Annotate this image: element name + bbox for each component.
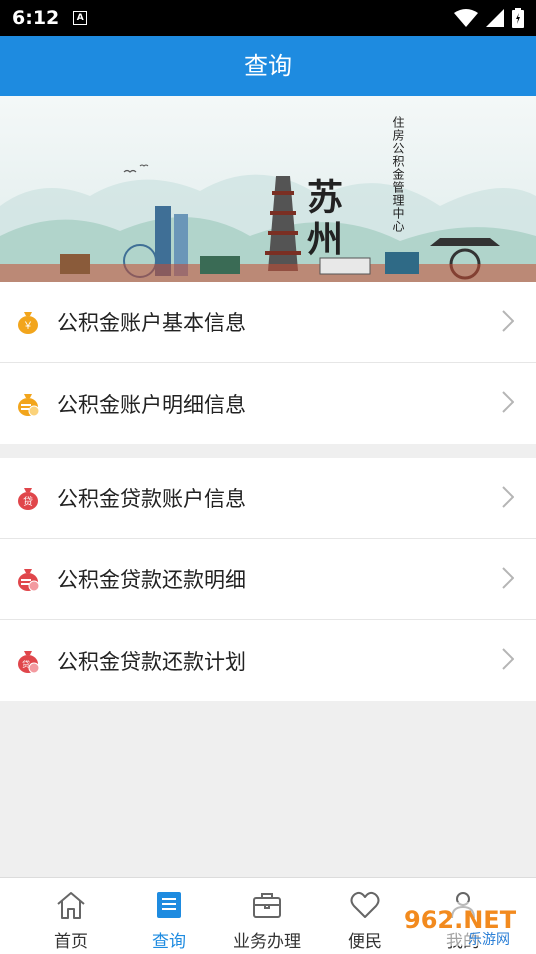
- list-item-label: 公积金账户明细信息: [57, 392, 246, 417]
- tab-label: 业务办理: [233, 932, 301, 952]
- loan-group: 贷 公积金贷款账户信息 公积金贷款还款明细 贷 公积金贷款还款计划: [0, 458, 536, 701]
- money-bag-detail-icon: [18, 393, 39, 416]
- list-item-label: 公积金账户基本信息: [57, 311, 246, 335]
- svg-text:乐游网: 乐游网: [468, 932, 510, 948]
- home-icon: [57, 892, 85, 919]
- signal-icon: [486, 9, 504, 27]
- chevron-right-icon: [502, 567, 514, 589]
- svg-text:￥: ￥: [23, 321, 33, 332]
- list-item-account-detail-info[interactable]: 公积金账户明细信息: [0, 363, 536, 444]
- money-bag-icon: ￥: [18, 312, 38, 334]
- banner-caption-text: 住房公积金管理中心: [391, 116, 405, 233]
- tab-home[interactable]: 首页: [23, 878, 119, 954]
- account-group: ￥ 公积金账户基本信息 公积金账户明细信息: [0, 282, 536, 444]
- watermark-logo: 962.NET 乐游网: [398, 902, 530, 948]
- list-item-label: 公积金贷款账户信息: [57, 487, 246, 511]
- status-time: 6:12: [12, 7, 60, 29]
- list-item-account-basic-info[interactable]: ￥ 公积金账户基本信息: [0, 282, 536, 363]
- status-icons: [454, 8, 524, 28]
- list-item-label: 公积金贷款还款明细: [57, 568, 246, 592]
- loan-repay-detail-icon: [18, 569, 39, 591]
- status-bar: 6:12 A: [0, 0, 536, 36]
- list-icon: [157, 892, 181, 918]
- tab-query[interactable]: 查询: [121, 878, 217, 954]
- briefcase-icon: [253, 893, 281, 918]
- tab-label: 查询: [152, 932, 186, 952]
- tab-business[interactable]: 业务办理: [219, 878, 315, 954]
- loan-bag-icon: 贷: [18, 488, 38, 510]
- chevron-right-icon: [502, 486, 514, 508]
- chevron-right-icon: [502, 648, 514, 670]
- list-item-loan-repay-detail[interactable]: 公积金贷款还款明细: [0, 539, 536, 620]
- suzhou-banner: 苏州 住房公积金管理中心: [0, 96, 536, 282]
- chevron-right-icon: [502, 391, 514, 413]
- tab-label: 首页: [54, 932, 88, 952]
- list-item-label: 公积金贷款还款计划: [57, 649, 246, 674]
- banner-city-text: 苏州: [301, 178, 343, 262]
- svg-text:962.NET: 962.NET: [404, 906, 517, 934]
- heart-icon: [350, 891, 380, 918]
- svg-text:贷: 贷: [23, 495, 33, 508]
- notification-a-icon: A: [73, 11, 88, 25]
- chevron-right-icon: [502, 310, 514, 332]
- list-item-loan-account-info[interactable]: 贷 公积金贷款账户信息: [0, 458, 536, 539]
- list-item-loan-repay-plan[interactable]: 贷 公积金贷款还款计划: [0, 620, 536, 701]
- loan-repay-plan-icon: 贷: [18, 650, 39, 673]
- page-title: 查询: [0, 36, 536, 96]
- wifi-icon: [454, 9, 478, 27]
- battery-icon: [512, 8, 524, 28]
